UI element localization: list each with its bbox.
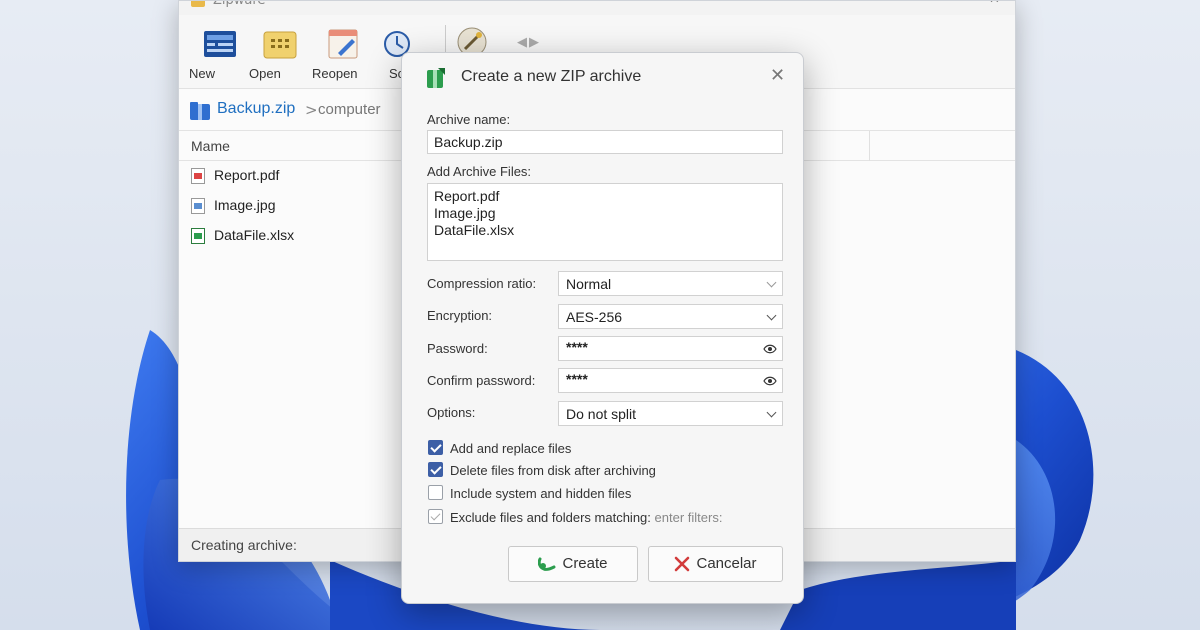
file-list-item: Report.pdf [434,188,500,204]
new-button-label: New [189,66,216,81]
archive-files-textarea[interactable]: Report.pdf Image.jpg DataFile.xlsx [427,183,783,261]
options-label: Options: [427,405,476,420]
open-button[interactable]: Open [249,23,311,85]
file-list-item: DataFile.xlsx [434,222,515,238]
add-replace-checkbox[interactable] [428,440,443,455]
show-password-eye-icon[interactable] [763,374,777,388]
file-name: Report.pdf [214,167,280,183]
exclude-filter-hint[interactable]: enter filters: [655,510,723,525]
open-button-label: Open [249,66,281,81]
compression-select[interactable]: Normal [558,271,783,296]
add-files-label: Add Archive Files: [427,164,532,179]
breadcrumb-location[interactable]: computer [318,101,381,118]
confirm-password-input[interactable]: **** [558,368,783,393]
create-icon [538,557,556,571]
minimize-button[interactable]: — [939,1,952,7]
password-value: **** [566,339,588,355]
encryption-label: Encryption: [427,308,493,323]
app-title: Zipware [213,0,266,8]
title-bar: Zipware — ✕ [179,1,1015,15]
image-file-icon [191,198,205,214]
open-archive-icon [263,31,297,59]
new-archive-icon [204,31,236,57]
archive-name-label: Archive name: [427,112,511,127]
chevron-down-icon [766,310,777,321]
password-input[interactable]: **** [558,336,783,361]
reopen-button-label: Reopen [312,66,358,81]
breadcrumb-archive[interactable]: Backup.zip [217,100,295,118]
exclude-filter-text: Exclude files and folders matching: [450,510,651,525]
password-label: Password: [427,341,488,356]
split-options-value: Do not split [566,406,637,422]
create-button-label: Create [562,555,608,572]
zip-dialog-icon [427,68,445,88]
show-password-eye-icon[interactable] [763,342,777,356]
file-name: DataFile.xlsx [214,227,295,243]
dialog-close-icon[interactable]: ✕ [770,65,785,86]
dialog-title: Create a new ZIP archive [461,68,642,85]
delete-after-label: Delete files from disk after archiving [450,463,656,478]
compression-label: Compression ratio: [427,276,537,291]
archive-name-input[interactable] [427,130,783,154]
compression-value: Normal [566,276,612,292]
exclude-filter-label: Exclude files and folders matching: ente… [450,510,722,525]
delete-after-checkbox[interactable] [428,462,443,477]
spreadsheet-file-icon [191,228,205,244]
create-button[interactable]: Create [508,546,638,582]
file-name: Image.jpg [214,197,276,213]
include-hidden-checkbox[interactable] [428,485,443,500]
reopen-archive-icon [328,29,358,59]
cancel-x-icon [675,556,690,572]
create-zip-dialog: Create a new ZIP archive ✕ Archive name:… [401,52,804,604]
add-replace-label: Add and replace files [450,441,572,456]
chevron-down-icon [766,277,777,288]
breadcrumb-separator: > [305,101,318,119]
file-list-item: Image.jpg [434,205,496,221]
column-header-name[interactable]: Mame [191,138,230,154]
zip-archive-icon [190,102,210,120]
cancel-button[interactable]: Cancelar [648,546,783,582]
new-button[interactable]: New [189,23,251,85]
cancel-button-label: Cancelar [696,555,757,572]
reopen-button[interactable]: Reopen [312,23,374,85]
column-divider[interactable] [869,131,870,161]
scan-button-label: Sc [389,66,405,81]
encryption-value: AES-256 [566,309,623,325]
encryption-select[interactable]: AES-256 [558,304,783,329]
status-text: Creating archive: [191,537,297,553]
chevron-down-icon [766,407,777,418]
pdf-file-icon [191,168,205,184]
exclude-filter-checkbox[interactable] [428,509,443,524]
app-logo-icon [191,1,205,7]
confirm-password-value: **** [566,371,588,387]
close-window-button[interactable]: ✕ [989,1,1000,7]
nav-arrows[interactable]: ◀▶ [517,35,541,50]
include-hidden-label: Include system and hidden files [450,486,632,501]
split-options-select[interactable]: Do not split [558,401,783,426]
confirm-password-label: Confirm password: [427,373,536,388]
